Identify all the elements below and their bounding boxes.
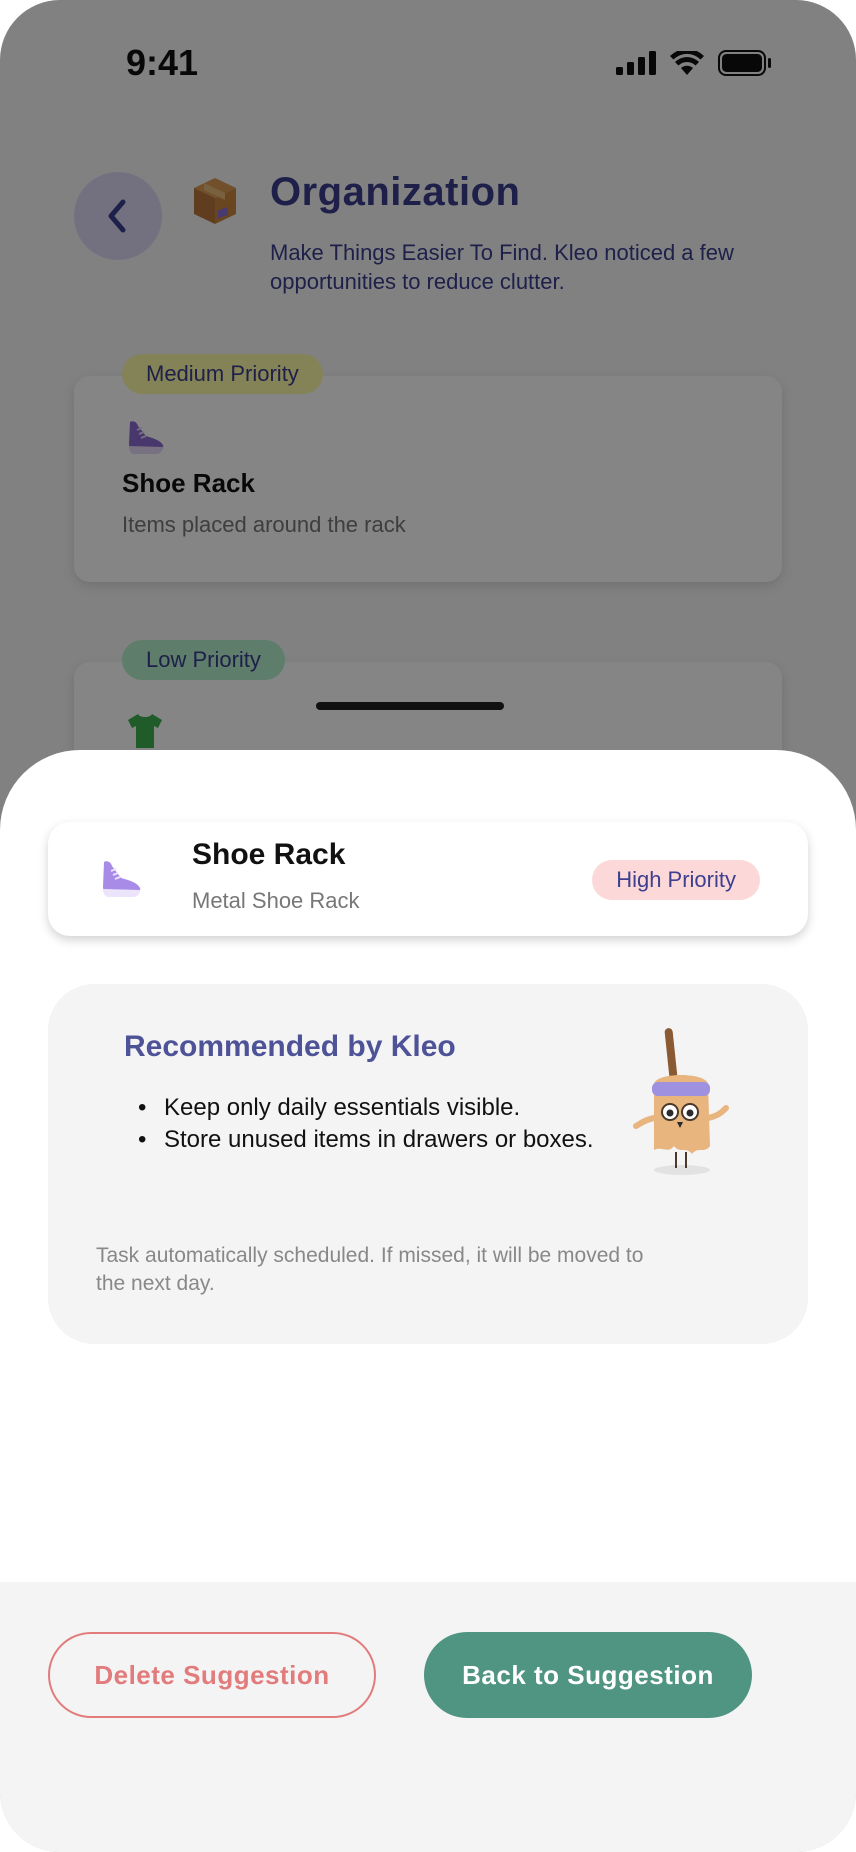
recommendation-panel: Recommended by Kleo Keep only daily esse… [48, 984, 808, 1344]
back-to-suggestion-button[interactable]: Back to Suggestion [424, 1632, 752, 1718]
priority-badge-high: High Priority [592, 860, 760, 900]
recommendation-tip: Keep only daily essentials visible. [138, 1092, 604, 1124]
recommendation-list: Keep only daily essentials visible. Stor… [138, 1092, 604, 1156]
delete-suggestion-button[interactable]: Delete Suggestion [48, 1632, 376, 1718]
bottom-sheet: Shoe Rack Metal Shoe Rack High Priority … [0, 750, 856, 1852]
broom-mascot-icon [633, 1028, 729, 1175]
phone-screen: 9:41 Organization Make Things Easier To … [0, 0, 856, 1852]
selected-item-card: Shoe Rack Metal Shoe Rack High Priority [48, 822, 808, 936]
sneaker-icon [103, 861, 141, 897]
item-subtitle: Metal Shoe Rack [192, 888, 360, 913]
item-title: Shoe Rack [192, 838, 346, 871]
action-footer: Delete Suggestion Back to Suggestion [0, 1582, 856, 1852]
sheet-grabber[interactable] [316, 702, 504, 710]
schedule-note: Task automatically scheduled. If missed,… [96, 1244, 644, 1295]
recommendation-tip: Store unused items in drawers or boxes. [138, 1124, 604, 1156]
recommendation-title: Recommended by Kleo [124, 1030, 456, 1063]
